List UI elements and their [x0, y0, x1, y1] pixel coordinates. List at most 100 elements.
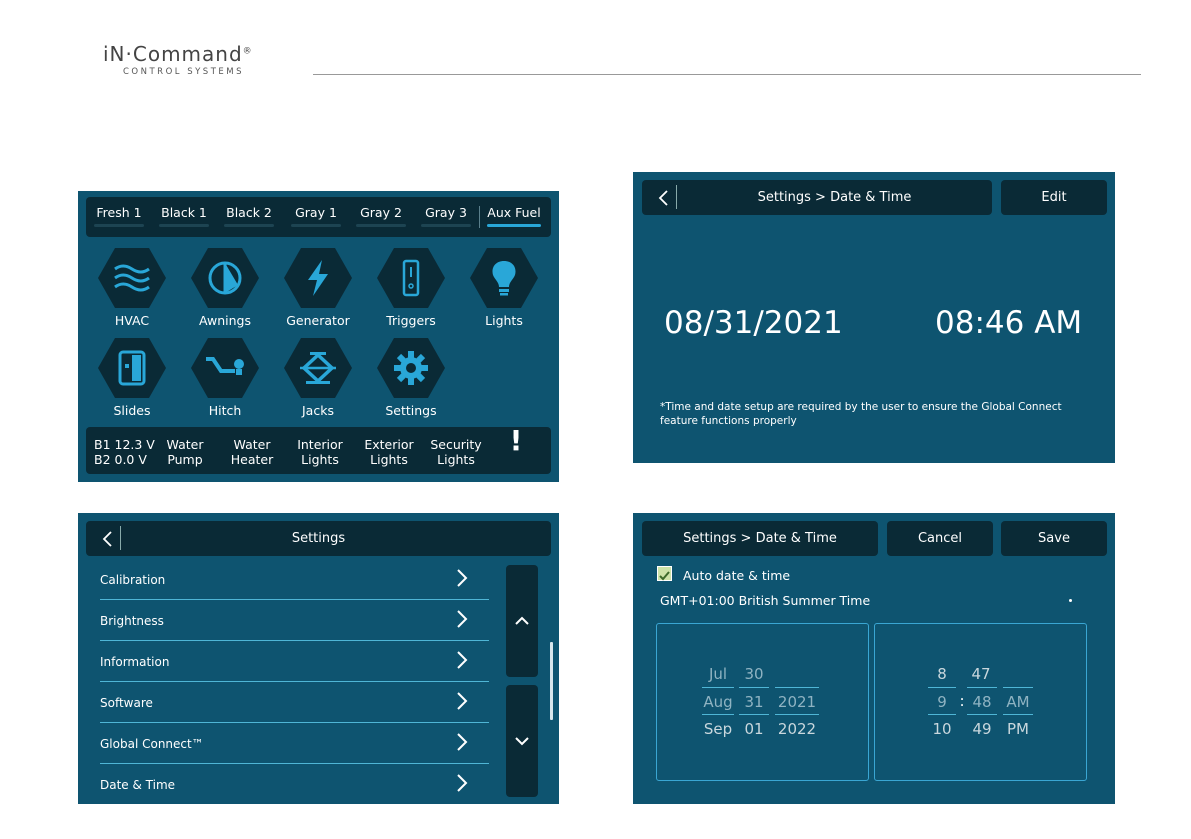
- quick-bar: B1 12.3 V B2 0.0 V Water Pump Water Heater…: [86, 427, 551, 474]
- awning-icon: [208, 261, 242, 295]
- battery-readout: B1 12.3 V B2 0.0 V: [94, 437, 155, 467]
- checkmark-icon: [659, 571, 670, 581]
- tile-hvac[interactable]: HVAC: [92, 248, 172, 328]
- time-picker[interactable]: 8 47 9 : 48 AM 10 49 PM: [874, 623, 1087, 781]
- picker-day-next: 01: [744, 720, 764, 738]
- picker-year-next: 2022: [777, 720, 817, 738]
- chevron-right-icon: [457, 692, 468, 710]
- save-label: Save: [1038, 531, 1070, 546]
- page-title: Settings > Date & Time: [683, 531, 837, 546]
- page-title: Settings: [291, 531, 346, 546]
- hvac-waves-icon: [114, 264, 150, 292]
- security-lights-button[interactable]: Security Lights: [424, 437, 488, 467]
- chevron-down-icon: [515, 737, 529, 746]
- tile-triggers[interactable]: Triggers: [371, 248, 451, 328]
- scroll-up-button[interactable]: [506, 565, 538, 677]
- tile-label: Jacks: [302, 403, 334, 418]
- exterior-lights-button[interactable]: Exterior Lights: [359, 437, 419, 467]
- tile-slides[interactable]: Slides: [92, 338, 172, 418]
- picker-minute-selected[interactable]: 48: [967, 693, 997, 711]
- chevron-right-icon: [457, 774, 468, 792]
- tank-black-1[interactable]: Black 1: [151, 205, 217, 227]
- edit-button[interactable]: Edit: [1001, 180, 1107, 215]
- settings-item-calibration[interactable]: Calibration: [100, 559, 489, 600]
- tile-label: Triggers: [386, 313, 436, 328]
- dropdown-indicator-icon: [1069, 599, 1072, 602]
- hitch-icon: [206, 357, 244, 375]
- tile-label: Lights: [485, 313, 523, 328]
- tile-label: Slides: [113, 403, 151, 418]
- cancel-button[interactable]: Cancel: [887, 521, 993, 556]
- interior-lights-button[interactable]: Interior Lights: [290, 437, 350, 467]
- picker-hour-prev: 8: [937, 665, 947, 683]
- settings-item-information[interactable]: Information: [100, 641, 489, 682]
- date-time-edit-screen: Settings > Date & Time Cancel Save Auto …: [633, 513, 1115, 804]
- tile-label: Settings: [385, 403, 437, 418]
- save-button[interactable]: Save: [1001, 521, 1107, 556]
- tile-label: Generator: [286, 313, 350, 328]
- auto-date-checkbox[interactable]: [657, 566, 672, 581]
- header-rule: [313, 74, 1141, 75]
- jack-icon: [300, 352, 336, 384]
- picker-hour-next: 10: [932, 720, 952, 738]
- picker-month-prev: Jul: [708, 665, 728, 683]
- gear-icon: [394, 351, 428, 385]
- tank-fresh-1[interactable]: Fresh 1: [86, 205, 152, 227]
- header-bar: Settings > Date & Time: [642, 180, 992, 215]
- tank-gray-3[interactable]: Gray 3: [413, 205, 479, 227]
- water-pump-button[interactable]: Water Pump: [158, 437, 212, 467]
- tank-gray-2[interactable]: Gray 2: [348, 205, 414, 227]
- scroll-down-button[interactable]: [506, 685, 538, 797]
- tile-generator[interactable]: Generator: [278, 248, 358, 328]
- settings-item-software[interactable]: Software: [100, 682, 489, 723]
- chevron-right-icon: [457, 651, 468, 669]
- timezone-select[interactable]: GMT+01:00 British Summer Time: [660, 593, 870, 608]
- slide-out-icon: [118, 350, 146, 386]
- header-bar: Settings > Date & Time: [642, 521, 878, 556]
- tile-settings[interactable]: Settings: [371, 338, 451, 418]
- chevron-up-icon: [515, 616, 529, 625]
- date-picker[interactable]: Jul 30 Aug 31 2021 Sep 01 2022: [656, 623, 869, 781]
- alert-icon[interactable]: !: [506, 427, 526, 455]
- water-heater-button[interactable]: Water Heater: [225, 437, 279, 467]
- tank-aux-fuel[interactable]: Aux Fuel: [479, 205, 549, 227]
- picker-month-selected[interactable]: Aug: [703, 693, 733, 711]
- settings-item-date-time[interactable]: Date & Time: [100, 764, 489, 804]
- picker-month-next: Sep: [703, 720, 733, 738]
- brand-logo: iN·Command® CONTROL SYSTEMS: [103, 42, 253, 77]
- auto-date-label: Auto date & time: [683, 568, 791, 583]
- brand-name: iN·Command®: [103, 42, 253, 66]
- light-bulb-icon: [492, 261, 516, 296]
- chevron-right-icon: [457, 569, 468, 587]
- back-arrow-icon[interactable]: [98, 528, 120, 550]
- tile-label: Hitch: [208, 403, 242, 418]
- current-date: 08/31/2021: [664, 305, 843, 341]
- tile-awnings[interactable]: Awnings: [185, 248, 265, 328]
- header-bar: Settings: [86, 521, 551, 556]
- setup-note: *Time and date setup are required by the…: [660, 401, 1062, 427]
- edit-label: Edit: [1041, 190, 1067, 205]
- scrollbar-thumb[interactable]: [550, 642, 553, 720]
- date-time-view-screen: Settings > Date & Time Edit 08/31/2021 0…: [633, 172, 1115, 463]
- page-title: Settings > Date & Time: [757, 190, 912, 205]
- picker-year-selected[interactable]: 2021: [775, 693, 819, 711]
- settings-item-global-connect[interactable]: Global Connect™: [100, 723, 489, 764]
- tile-hitch[interactable]: Hitch: [185, 338, 265, 418]
- lightning-bolt-icon: [308, 260, 328, 296]
- picker-day-selected[interactable]: 31: [739, 693, 769, 711]
- cancel-label: Cancel: [917, 531, 963, 546]
- tank-gray-1[interactable]: Gray 1: [283, 205, 349, 227]
- tile-jacks[interactable]: Jacks: [278, 338, 358, 418]
- current-time: 08:46 AM: [935, 305, 1083, 341]
- tank-black-2[interactable]: Black 2: [216, 205, 282, 227]
- picker-ampm-selected[interactable]: AM: [1003, 693, 1033, 711]
- picker-hour-selected[interactable]: 9: [928, 693, 956, 711]
- tile-label: Awnings: [198, 313, 252, 328]
- settings-item-brightness[interactable]: Brightness: [100, 600, 489, 641]
- back-arrow-icon[interactable]: [654, 187, 676, 209]
- chevron-right-icon: [457, 610, 468, 628]
- tile-lights[interactable]: Lights: [464, 248, 544, 328]
- switch-icon: [402, 259, 420, 297]
- picker-minute-prev: 47: [971, 665, 991, 683]
- picker-ampm-next: PM: [1007, 720, 1029, 738]
